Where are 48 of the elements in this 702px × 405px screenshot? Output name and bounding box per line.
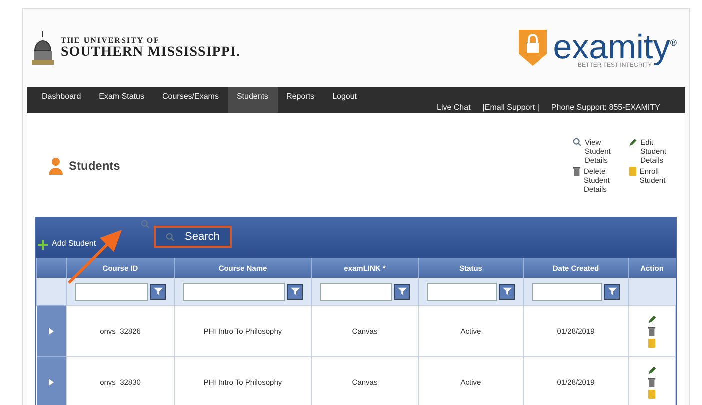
nav-tab[interactable]: Exam Status (90, 87, 154, 113)
trash-icon (648, 378, 656, 386)
pencil-icon (648, 314, 656, 324)
nav-tab[interactable]: Students (228, 87, 278, 113)
pencil-icon (648, 366, 656, 374)
filter-button[interactable] (604, 284, 620, 300)
lock-shield-icon (519, 30, 548, 66)
filter-input[interactable] (427, 282, 497, 300)
filter-input[interactable] (532, 282, 602, 300)
filter-input[interactable] (320, 282, 392, 300)
dome-logo-icon (31, 31, 55, 65)
search-icon (141, 220, 150, 229)
add-student-button[interactable]: Add Student (52, 220, 96, 248)
document-icon (648, 338, 656, 348)
filter-icon (290, 287, 300, 296)
pencil-icon (629, 138, 638, 147)
trash-icon (648, 326, 656, 336)
nav-tab[interactable]: Courses/Exams (154, 87, 228, 113)
university-name: SOUTHERN MISSISSIPPI. (61, 44, 240, 60)
filter-button[interactable] (150, 284, 166, 300)
nav-tab[interactable]: Dashboard (33, 87, 90, 113)
support-link[interactable]: Phone Support: 855-EXAMITY (551, 103, 660, 112)
filter-button[interactable] (499, 284, 515, 300)
search-icon (573, 138, 582, 147)
plus-icon (38, 240, 48, 250)
document-icon (648, 390, 656, 398)
filter-input[interactable] (75, 282, 148, 300)
support-link[interactable]: Live Chat (437, 103, 471, 112)
nav-tab[interactable]: Reports (278, 87, 324, 113)
document-icon (629, 167, 637, 176)
filter-button[interactable] (287, 284, 303, 300)
support-link[interactable]: |Email Support | (482, 103, 540, 112)
trash-icon (573, 167, 581, 176)
nav-tab[interactable]: Logout (324, 87, 366, 113)
filter-icon (398, 287, 406, 296)
person-icon (49, 157, 63, 175)
brand-logo: examity$^{®}$ (553, 27, 677, 64)
search-icon (166, 232, 176, 242)
filter-icon (502, 287, 512, 296)
university-name: THE UNIVERSITY OF (61, 36, 161, 44)
expand-arrow-icon[interactable] (48, 379, 54, 386)
search-button[interactable]: Search (154, 226, 232, 248)
filter-input[interactable] (183, 282, 285, 300)
expand-arrow-icon[interactable] (48, 328, 54, 335)
filter-button[interactable] (394, 284, 410, 300)
page-title: Students (69, 159, 120, 173)
filter-icon (608, 287, 616, 296)
filter-icon (154, 287, 162, 296)
